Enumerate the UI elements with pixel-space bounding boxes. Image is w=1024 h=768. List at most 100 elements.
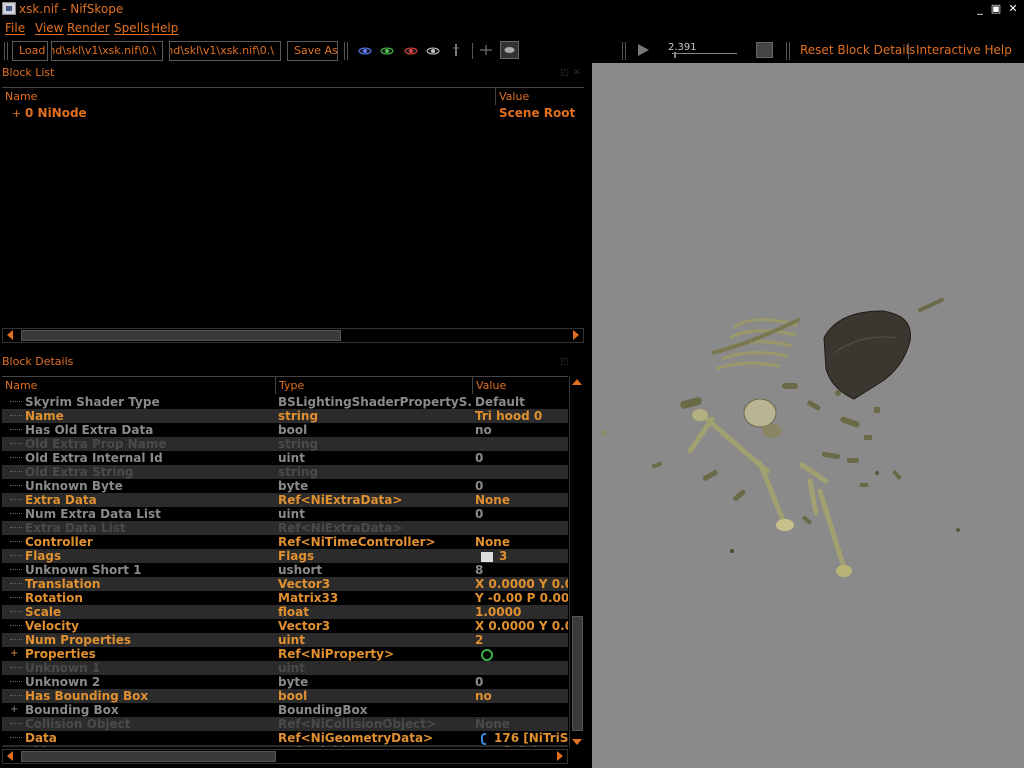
field-value[interactable]: Y -0.00 P 0.00 xyxy=(475,591,568,605)
eye-blue-icon[interactable] xyxy=(358,45,372,57)
field-value[interactable]: 0 xyxy=(475,507,568,521)
light-icon[interactable] xyxy=(500,41,519,59)
table-row[interactable]: Old Extra Internal Id uint 0 xyxy=(2,451,568,465)
table-row[interactable]: Flags Flags 3 xyxy=(2,549,568,563)
panel-close-icon[interactable]: ✕ xyxy=(573,64,581,82)
block-list-hscroll[interactable] xyxy=(2,328,584,343)
scroll-thumb[interactable] xyxy=(21,330,341,341)
menu-help[interactable]: Help xyxy=(151,21,178,35)
field-value[interactable]: no xyxy=(475,423,568,437)
menu-view[interactable]: View xyxy=(35,21,63,35)
scroll-thumb[interactable] xyxy=(21,751,276,762)
column-name-header[interactable]: Name xyxy=(2,88,496,105)
table-row[interactable]: Name string Tri hood 0 xyxy=(2,409,568,423)
table-row[interactable]: + Properties Ref<NiProperty> xyxy=(2,647,568,661)
toolbar-grip-2[interactable] xyxy=(344,42,348,60)
render-viewport[interactable] xyxy=(592,63,1024,768)
table-row[interactable]: Num Properties uint 2 xyxy=(2,633,568,647)
table-row[interactable]: Has Old Extra Data bool no xyxy=(2,423,568,437)
figure-icon[interactable] xyxy=(451,43,465,56)
eye-green-icon[interactable] xyxy=(380,45,394,57)
field-value[interactable]: 176 [NiTriS xyxy=(475,731,568,745)
table-row[interactable]: Scale float 1.0000 xyxy=(2,605,568,619)
field-value[interactable]: 0 xyxy=(475,479,568,493)
scroll-right-icon[interactable] xyxy=(557,751,563,761)
reset-block-details-button[interactable]: Reset Block Details xyxy=(800,43,915,57)
save-path-input[interactable]: \.0\und\skl\v1\xsk.nif xyxy=(169,41,281,61)
maximize-icon[interactable]: ▣ xyxy=(989,2,1003,15)
menu-file[interactable]: File xyxy=(5,21,25,35)
table-row[interactable]: Old Extra String string xyxy=(2,465,568,479)
axes-icon[interactable] xyxy=(479,43,493,55)
table-row[interactable]: Unknown 2 byte 0 xyxy=(2,675,568,689)
eye-white-icon[interactable] xyxy=(426,45,440,57)
field-value[interactable]: Tri hood 0 xyxy=(475,409,568,423)
scroll-left-icon[interactable] xyxy=(7,751,13,761)
scroll-thumb[interactable] xyxy=(572,616,583,731)
column-value-header[interactable]: Value xyxy=(496,88,584,105)
save-as-button[interactable]: Save As xyxy=(287,41,338,61)
time-slider[interactable] xyxy=(672,53,737,54)
table-row[interactable]: Unknown Byte byte 0 xyxy=(2,479,568,493)
expand-icon[interactable]: + xyxy=(10,703,18,717)
field-value[interactable]: X 0.0000 Y 0.0 xyxy=(475,577,568,591)
toolbar-grip[interactable] xyxy=(4,42,8,60)
table-row[interactable]: Velocity Vector3 X 0.0000 Y 0.0 xyxy=(2,619,568,633)
field-value[interactable]: 177 [NiSk xyxy=(475,745,568,747)
scroll-left-icon[interactable] xyxy=(7,330,13,340)
expand-icon[interactable]: + xyxy=(10,647,18,661)
float-icon[interactable]: ◰ xyxy=(560,353,569,371)
load-button[interactable]: Load xyxy=(12,41,48,61)
table-row[interactable]: Skin InstanceRef<NiSkinInstance>177 [NiS… xyxy=(2,745,568,747)
menu-spells[interactable]: Spells xyxy=(114,21,150,35)
field-value[interactable]: no xyxy=(475,689,568,703)
field-value[interactable]: None xyxy=(475,535,568,549)
table-row[interactable]: Old Extra Prop Name string xyxy=(2,437,568,451)
table-row[interactable]: Extra Data List Ref<NiExtraData> xyxy=(2,521,568,535)
field-value[interactable]: X 0.0000 Y 0.0 xyxy=(475,619,568,633)
table-row[interactable]: Extra Data Ref<NiExtraData> None xyxy=(2,493,568,507)
toolbar-grip-4[interactable] xyxy=(786,42,790,60)
field-value[interactable]: None xyxy=(475,717,568,731)
minimize-icon[interactable]: _ xyxy=(973,2,987,15)
scroll-down-icon[interactable] xyxy=(572,739,582,745)
eye-red-icon[interactable] xyxy=(404,45,418,57)
menu-render[interactable]: Render xyxy=(67,21,110,35)
play-icon[interactable] xyxy=(638,44,649,56)
column-value-header[interactable]: Value xyxy=(473,377,568,394)
field-value[interactable]: 0 xyxy=(475,451,568,465)
loop-icon[interactable] xyxy=(756,42,773,58)
table-row[interactable]: Has Bounding Box bool no xyxy=(2,689,568,703)
table-row[interactable]: + Bounding Box BoundingBox xyxy=(2,703,568,717)
block-details-vscroll[interactable] xyxy=(569,376,584,748)
field-value[interactable]: Default xyxy=(475,395,568,409)
column-name-header[interactable]: Name xyxy=(2,377,276,394)
field-value[interactable]: 1.0000 xyxy=(475,605,568,619)
table-row[interactable]: Num Extra Data List uint 0 xyxy=(2,507,568,521)
float-icon[interactable]: ◰ xyxy=(560,64,569,82)
close-icon[interactable]: ✕ xyxy=(1006,2,1020,15)
block-list-row[interactable]: + 0 NiNode Scene Root xyxy=(2,105,584,121)
field-value[interactable]: 0 xyxy=(475,675,568,689)
table-row[interactable]: Skyrim Shader Type BSLightingShaderProper… xyxy=(2,395,568,409)
field-value[interactable]: 8 xyxy=(475,563,568,577)
field-value[interactable]: 2 xyxy=(475,633,568,647)
load-path-input[interactable]: \.0\und\skl\v1\xsk.nif xyxy=(51,41,163,61)
expand-icon[interactable]: + xyxy=(12,107,21,120)
table-row[interactable]: Rotation Matrix33 Y -0.00 P 0.00 xyxy=(2,591,568,605)
field-value[interactable] xyxy=(475,647,568,661)
table-row[interactable]: Unknown 1 uint xyxy=(2,661,568,675)
table-row[interactable]: Data Ref<NiGeometryData> 176 [NiTriS xyxy=(2,731,568,745)
field-value[interactable]: 3 xyxy=(475,549,568,563)
table-row[interactable]: Unknown Short 1 ushort 8 xyxy=(2,563,568,577)
scroll-right-icon[interactable] xyxy=(573,330,579,340)
block-details-hscroll[interactable] xyxy=(2,749,568,764)
scroll-up-icon[interactable] xyxy=(572,379,582,385)
toolbar-grip-3[interactable] xyxy=(622,42,626,60)
table-row[interactable]: Collision Object Ref<NiCollisionObject> No… xyxy=(2,717,568,731)
table-row[interactable]: Controller Ref<NiTimeController> None xyxy=(2,535,568,549)
column-type-header[interactable]: Type xyxy=(276,377,473,394)
time-slider-handle[interactable] xyxy=(674,52,676,58)
field-value[interactable]: None xyxy=(475,493,568,507)
interactive-help-button[interactable]: Interactive Help xyxy=(916,43,1012,57)
